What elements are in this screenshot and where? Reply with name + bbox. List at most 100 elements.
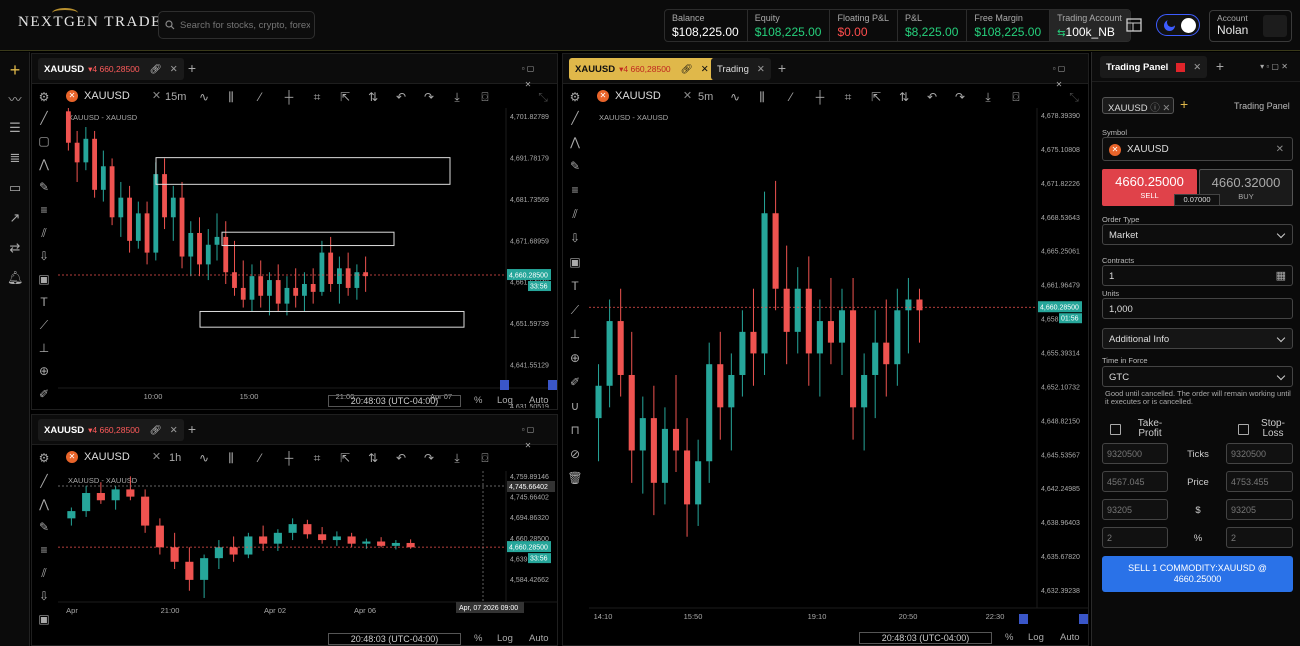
panel-window-icons[interactable]: ▾ ▫ ▢ ✕ <box>1252 59 1296 75</box>
cursor-icon[interactable]: ⇱ <box>337 89 353 105</box>
close-tab-icon[interactable]: ✕ <box>701 64 709 75</box>
log-toggle[interactable]: Log <box>1028 632 1044 643</box>
symbol-selector[interactable]: ✕ XAUUSD ✕ <box>66 450 161 463</box>
settings-gear-icon[interactable]: ⚙ <box>36 89 52 105</box>
panel-window-icons[interactable]: ▫ ▢ ✕ <box>1051 61 1067 89</box>
camera-icon[interactable]: ⌼ <box>477 89 493 105</box>
timezone-selector[interactable]: 20:48:03 (UTC-04:00) <box>328 633 461 645</box>
tif-select[interactable]: GTC <box>1102 366 1293 387</box>
clear-symbol-icon[interactable]: ✕ <box>1276 144 1284 155</box>
percent-toggle[interactable]: % <box>1005 632 1013 643</box>
clear-symbol-icon[interactable]: ✕ <box>152 89 161 102</box>
fib-icon[interactable]: ≡ <box>567 182 583 198</box>
symbol-field[interactable]: ✕ XAUUSD ✕ <box>1102 137 1293 161</box>
trendline-icon[interactable]: ╱ <box>567 110 583 126</box>
trendline-icon[interactable]: ╱ <box>36 473 52 489</box>
candles-icon[interactable]: ⫼ <box>754 89 770 105</box>
units-field[interactable]: 1,000 <box>1102 298 1293 319</box>
close-tab-icon[interactable]: ✕ <box>757 64 765 75</box>
measure-icon[interactable]: ⊥ <box>36 340 52 356</box>
zoom-icon[interactable]: ⊕ <box>567 350 583 366</box>
camera-icon[interactable]: ⌼ <box>477 450 493 466</box>
wallet-icon[interactable]: ▭ <box>7 180 23 196</box>
add-tab-icon[interactable]: + <box>774 60 790 76</box>
chart-tab[interactable]: XAUUSD ▾4 660,28500 🔗︎ ✕ <box>569 58 715 80</box>
layout-grid-icon[interactable] <box>1125 16 1143 34</box>
channel-icon[interactable]: ⫽ <box>36 565 52 581</box>
save-icon[interactable]: ⤓ <box>980 89 996 105</box>
symbol-selector[interactable]: ✕ XAUUSD ✕ <box>597 89 692 102</box>
fullscreen-icon[interactable]: ⤡ <box>535 89 551 105</box>
search-box[interactable] <box>158 11 315 39</box>
indicator-icon[interactable]: ∿ <box>727 89 743 105</box>
sl-price-input[interactable]: 4753.455 <box>1226 471 1293 492</box>
app-logo[interactable]: NEXTGEN TRADER <box>18 14 173 31</box>
sl-percent-input[interactable]: 2 <box>1226 527 1293 548</box>
brush-icon[interactable]: ✎ <box>567 158 583 174</box>
image-icon[interactable]: ▣ <box>36 611 52 627</box>
calculator-icon[interactable]: ▦ <box>1276 269 1286 282</box>
ruler-icon[interactable]: ⟋ <box>567 302 583 318</box>
crosshair-icon[interactable]: ┼ <box>281 450 297 466</box>
panel-window-icons[interactable]: ▫ ▢ ✕ <box>520 422 536 450</box>
line-chart-icon[interactable]: 〰 <box>7 92 23 108</box>
info-icon[interactable]: ⓘ <box>1150 103 1160 114</box>
arrow-down-icon[interactable]: ⇩ <box>36 248 52 264</box>
measure-icon[interactable]: ⊥ <box>567 326 583 342</box>
pattern-icon[interactable]: ⋀ <box>36 496 52 512</box>
sort-icon[interactable]: ⇅ <box>365 450 381 466</box>
order-type-select[interactable]: Market <box>1102 224 1293 245</box>
sl-dollar-input[interactable]: 93205 <box>1226 499 1293 520</box>
image-icon[interactable]: ▣ <box>567 254 583 270</box>
list-icon[interactable]: ☰ <box>7 120 23 136</box>
cursor-icon[interactable]: ⇱ <box>868 89 884 105</box>
ruler-icon[interactable]: ⟋ <box>36 317 52 333</box>
templates-icon[interactable]: ⌗ <box>840 89 856 105</box>
magnet-icon[interactable]: ∪ <box>567 398 583 414</box>
clear-symbol-icon[interactable]: ✕ <box>152 450 161 463</box>
account-menu[interactable]: Account Nolan <box>1209 10 1292 42</box>
chart-tab[interactable]: XAUUSD ▾4 660,28500 🔗︎ ✕ <box>38 58 184 80</box>
cursor-icon[interactable]: ⇱ <box>337 450 353 466</box>
timezone-selector[interactable]: 20:48:03 (UTC-04:00) <box>328 395 461 407</box>
compare-icon[interactable]: ⁄ <box>783 89 799 105</box>
candles-icon[interactable]: ⫼ <box>223 89 239 105</box>
pattern-icon[interactable]: ⋀ <box>567 134 583 150</box>
stop-loss-checkbox[interactable] <box>1238 424 1249 435</box>
log-toggle[interactable]: Log <box>497 395 513 406</box>
brush-icon[interactable]: ✎ <box>36 519 52 535</box>
add-tab-icon[interactable]: + <box>184 421 200 437</box>
compare-icon[interactable]: ⁄ <box>252 450 268 466</box>
undo-icon[interactable]: ↶ <box>924 89 940 105</box>
sort-icon[interactable]: ⇅ <box>896 89 912 105</box>
arrow-down-icon[interactable]: ⇩ <box>567 230 583 246</box>
zoom-icon[interactable]: ⊕ <box>36 363 52 379</box>
brush-icon[interactable]: ✎ <box>36 179 52 195</box>
contracts-field[interactable]: 1 ▦ <box>1102 265 1293 286</box>
timeframe-selector[interactable]: 5m <box>698 91 713 103</box>
trash-icon[interactable]: 🗑︎ <box>567 470 583 486</box>
checklist-icon[interactable]: ≣ <box>7 150 23 166</box>
crosshair-icon[interactable]: ┼ <box>281 89 297 105</box>
indicator-icon[interactable]: ∿ <box>196 89 212 105</box>
take-profit-checkbox[interactable] <box>1110 424 1121 435</box>
percent-toggle[interactable]: % <box>474 633 482 644</box>
auto-toggle[interactable]: Auto <box>1060 632 1080 643</box>
trading-panel-tab[interactable]: Trading Panel ✕ <box>1100 56 1208 78</box>
sort-icon[interactable]: ⇅ <box>365 89 381 105</box>
settings-gear-icon[interactable]: ⚙ <box>36 450 52 466</box>
submit-order-button[interactable]: SELL 1 COMMODITY:XAUUSD @ 4660.25000 <box>1102 556 1293 592</box>
close-tab-icon[interactable]: ✕ <box>170 425 178 436</box>
chart-3[interactable]: XAUUSD - XAUUSD 4,759.89146 4,745.66402 4,6… <box>58 471 558 617</box>
symbol-selector[interactable]: ✕ XAUUSD ✕ <box>66 89 161 102</box>
timeframe-selector[interactable]: 15m <box>165 91 186 103</box>
hide-eye-icon[interactable]: ⊘ <box>567 446 583 462</box>
close-tab-icon[interactable]: ✕ <box>1193 62 1201 73</box>
avatar[interactable] <box>1263 15 1287 37</box>
add-symbol-icon[interactable]: + <box>1180 96 1188 112</box>
camera-icon[interactable]: ⌼ <box>1008 89 1024 105</box>
fib-icon[interactable]: ≡ <box>36 202 52 218</box>
compare-icon[interactable]: ⁄ <box>252 89 268 105</box>
redo-icon[interactable]: ↷ <box>421 450 437 466</box>
crosshair-icon[interactable]: ┼ <box>812 89 828 105</box>
